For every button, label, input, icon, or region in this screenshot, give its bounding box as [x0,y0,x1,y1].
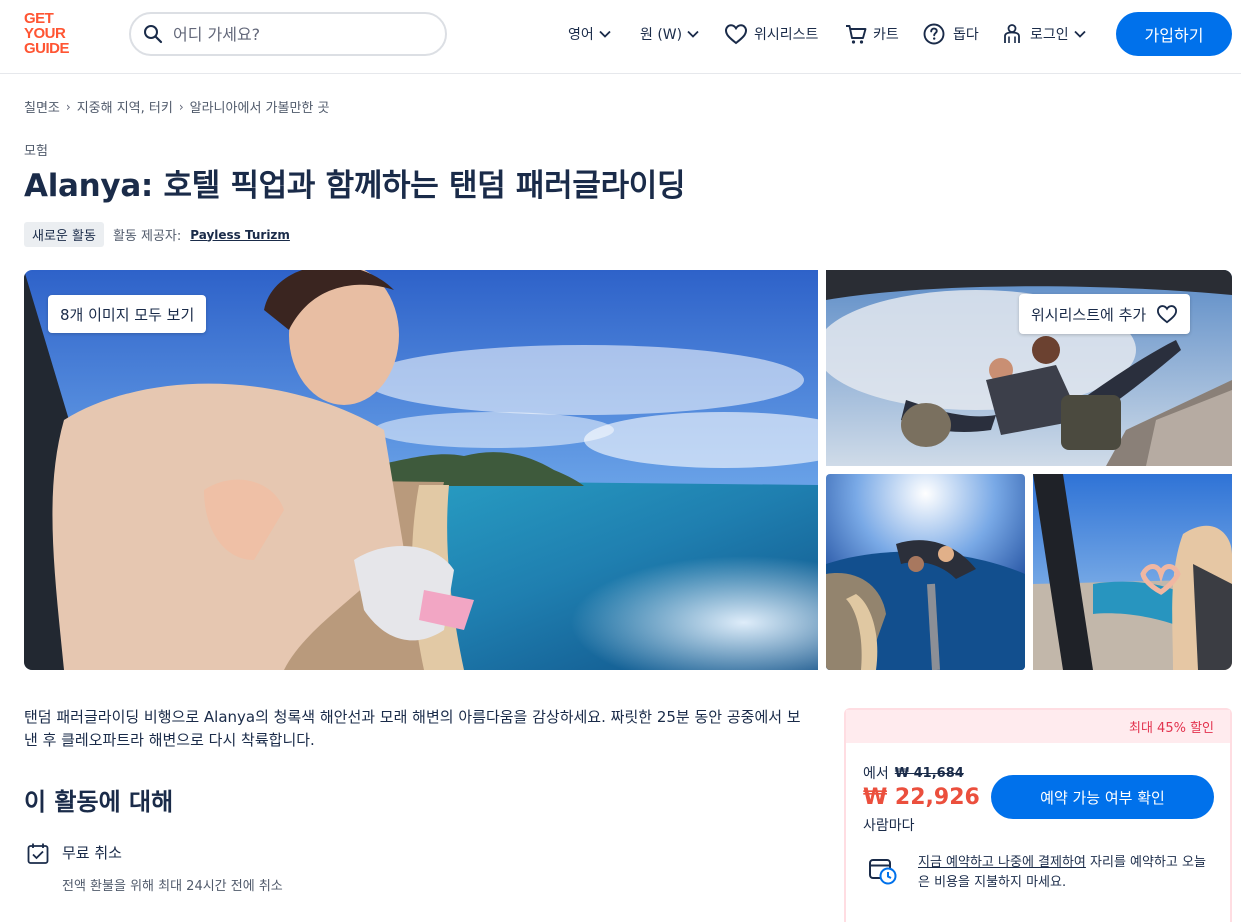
chevron-right-icon: › [65,99,71,114]
cart-label: 카트 [873,27,899,43]
activity-meta: 새로운 활동 활동 제공자: Payless Turizm [24,222,290,247]
provider-link[interactable]: Payless Turizm [190,228,290,242]
currency-selector[interactable]: 원 (W) [640,21,700,47]
photo-gallery: 8개 이미지 모두 보기 위시리스트에 추가 [24,270,1232,670]
heart-icon [724,24,748,45]
reserve-now-pay-later: 지금 예약하고 나중에 결제하여 자리를 예약하고 오늘은 비용을 지불하지 마… [918,853,1216,893]
search-input[interactable] [173,24,423,44]
discount-label: 최대 45% 할인 [1129,721,1214,736]
login-label: 로그인 [1030,27,1069,43]
original-price: ₩ 41,684 [894,765,964,781]
price-from-row: 에서 ₩ 41,684 [863,763,964,783]
booking-card: 최대 45% 할인 에서 ₩ 41,684 ₩ 22,926 사람마다 예약 가… [844,708,1232,922]
free-cancellation-title: 무료 취소 [62,844,122,862]
language-label: 영어 [568,27,594,43]
gallery-photo-3[interactable] [826,474,1025,670]
activity-description: 탠덤 패러글라이딩 비행으로 Alanya의 청록색 해안선과 모래 해변의 아… [24,708,801,749]
chevron-down-icon [687,30,699,38]
language-selector[interactable]: 영어 [568,21,612,47]
check-availability-button[interactable]: 예약 가능 여부 확인 [991,775,1214,819]
help-label: 돕다 [953,27,979,43]
wishlist-link[interactable]: 위시리스트 [724,21,822,47]
breadcrumb: 칠면조 › 지중해 지역, 터키 › 알라니아에서 가볼만한 곳 [24,97,330,117]
activity-category: 모험 [24,144,48,159]
help-icon [923,23,945,45]
from-label: 에서 [863,766,889,782]
per-person-label: 사람마다 [863,818,915,834]
breadcrumb-item-city[interactable]: 알라니아에서 가볼만한 곳 [190,97,330,116]
about-section-title: 이 활동에 대해 [24,788,174,816]
logo-line-1: GET [24,10,54,27]
logo-line-2: YOUR [24,25,66,42]
user-group-icon [1004,24,1020,43]
chevron-right-icon: › [178,99,184,114]
logo-line-3: GUIDE [24,40,70,57]
breadcrumb-item-country[interactable]: 칠면조 [24,97,60,116]
cart-link[interactable]: 카트 [845,21,903,47]
add-to-wishlist-label: 위시리스트에 추가 [1031,305,1147,324]
cart-icon [846,25,867,44]
calendar-clock-icon [869,859,897,885]
signup-button[interactable]: 가입하기 [1116,12,1232,56]
provider-label: 활동 제공자: [112,229,182,244]
free-cancellation-detail: 전액 환불을 위해 최대 24시간 전에 취소 [62,879,283,894]
currency-label: 원 (W) [640,27,683,43]
discounted-price: ₩ 22,926 [863,785,980,810]
new-activity-badge: 새로운 활동 [24,222,104,247]
reserve-now-pay-later-link[interactable]: 지금 예약하고 나중에 결제하여 [918,855,1086,870]
help-link[interactable]: 돕다 [923,21,983,47]
page-title: Alanya: 호텔 픽업과 함께하는 탠덤 패러글라이딩 [24,168,686,204]
discount-banner: 최대 45% 할인 [846,710,1230,743]
gallery-photo-4[interactable] [1033,474,1232,670]
chevron-down-icon [1074,30,1086,38]
login-menu[interactable]: 로그인 [1002,21,1087,47]
chevron-down-icon [599,30,611,38]
getyourguide-logo[interactable]: GET YOUR GUIDE [24,11,82,56]
breadcrumb-item-region[interactable]: 지중해 지역, 터키 [77,97,173,116]
add-to-wishlist-button[interactable]: 위시리스트에 추가 [1019,294,1191,334]
see-all-images-button[interactable]: 8개 이미지 모두 보기 [48,295,207,333]
wishlist-label: 위시리스트 [754,27,819,43]
site-header: GET YOUR GUIDE 영어 원 (W) 위시리스트 카트 돕다 로그인 … [0,0,1241,74]
calendar-check-icon [27,843,49,864]
heart-icon [1157,305,1178,324]
search-bar[interactable] [129,12,447,56]
search-icon [144,25,163,44]
